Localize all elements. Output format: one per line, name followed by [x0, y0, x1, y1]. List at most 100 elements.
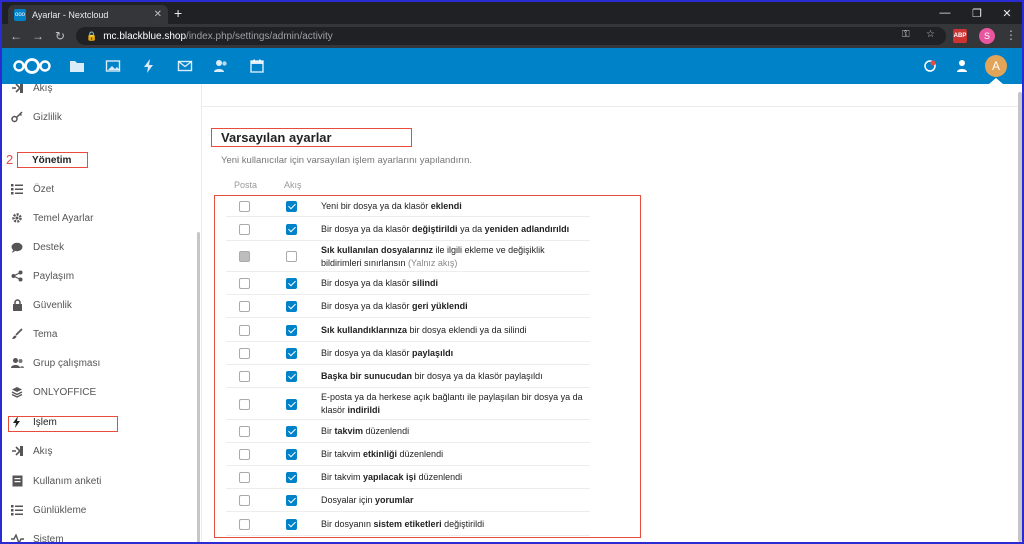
nextcloud-favicon-icon: ooo: [14, 8, 26, 21]
mail-checkbox[interactable]: [239, 449, 250, 460]
nextcloud-header: A: [2, 48, 1022, 84]
files-folder-icon[interactable]: [69, 58, 85, 74]
mail-checkbox[interactable]: [239, 301, 250, 312]
browser-tab-strip: ooo Ayarlar - Nextcloud ✕ + — ❐ ✕: [2, 2, 1022, 24]
activity-setting-label: Başka bir sunucudan bir dosya ya da klas…: [321, 371, 543, 381]
stream-checkbox[interactable]: [286, 251, 297, 262]
browser-tab[interactable]: ooo Ayarlar - Nextcloud ✕: [8, 5, 168, 24]
mail-checkbox[interactable]: [239, 426, 250, 437]
activity-setting-label: Sık kullanılan dosyalarınız ile ilgili e…: [321, 245, 545, 268]
activity-setting-label: Sık kullandıklarınıza bir dosya eklendi …: [321, 325, 527, 335]
section-divider: [202, 106, 1022, 107]
contacts-icon[interactable]: [213, 58, 229, 74]
activity-lightning-icon[interactable]: [141, 58, 157, 74]
activity-setting-row: Bir dosyanın sistem etiketleri değiştiri…: [226, 512, 590, 536]
activity-setting-row: Sık kullanılan dosyalarınız ile ilgili e…: [226, 241, 590, 272]
sidebar-item-label: Akış: [33, 84, 53, 94]
tab-close-icon[interactable]: ✕: [154, 9, 162, 20]
window-close-button[interactable]: ✕: [992, 2, 1022, 24]
sidebar-item-activity-personal[interactable]: Akış: [2, 84, 197, 99]
contacts-menu-icon[interactable]: [954, 58, 970, 74]
activity-setting-row: Dosyalar için yorumlar: [226, 489, 590, 512]
lock-icon: 🔒: [86, 30, 98, 41]
stream-checkbox[interactable]: [286, 301, 297, 312]
stream-checkbox[interactable]: [286, 224, 297, 235]
sidebar-item-label: Destek: [33, 241, 65, 253]
sidebar-item-groupware[interactable]: Grup çalışması: [2, 352, 197, 374]
sidebar-item-sharing[interactable]: Paylaşım: [2, 265, 197, 287]
sidebar-item-theming[interactable]: Tema: [2, 323, 197, 345]
activity-setting-row: E-posta ya da herkese açık bağlantı ile …: [226, 388, 590, 420]
activity-setting-label: Yeni bir dosya ya da klasör eklendi: [321, 201, 462, 211]
calendar-icon[interactable]: [249, 58, 265, 74]
sidebar-item-label: Kullanım anketi: [33, 475, 102, 487]
star-icon[interactable]: ☆: [926, 29, 935, 40]
sidebar-item-label: Özet: [33, 183, 55, 195]
mail-checkbox[interactable]: [239, 495, 250, 506]
adblock-extension-icon[interactable]: ABP: [953, 29, 967, 43]
sidebar-item-onlyoffice[interactable]: ONLYOFFICE: [2, 381, 197, 403]
notification-icon[interactable]: [922, 58, 938, 74]
activity-setting-row: Yeni bir dosya ya da klasör eklendi: [226, 196, 590, 217]
user-avatar[interactable]: A: [985, 55, 1007, 77]
activity-setting-label: Dosyalar için yorumlar: [321, 495, 414, 505]
stream-checkbox[interactable]: [286, 278, 297, 289]
sidebar-item-label: ONLYOFFICE: [33, 386, 97, 398]
activity-setting-row: Bir takvim düzenlendi: [226, 420, 590, 443]
stream-checkbox[interactable]: [286, 399, 297, 410]
sidebar-item-flow[interactable]: Akış: [2, 440, 197, 462]
sidebar-item-privacy[interactable]: Gizlilik: [2, 106, 197, 128]
menu-kebab-icon[interactable]: ⋮: [1005, 28, 1017, 42]
photos-icon[interactable]: [105, 58, 121, 74]
sidebar-item-label: Sistem: [33, 533, 64, 544]
url-host: mc.blackblue.shop: [103, 30, 187, 42]
profile-avatar[interactable]: S: [979, 28, 995, 44]
stream-checkbox[interactable]: [286, 472, 297, 483]
content-scrollbar[interactable]: [1018, 92, 1022, 542]
activity-setting-row: Sık kullandıklarınıza bir dosya eklendi …: [226, 318, 590, 342]
mail-icon[interactable]: [177, 58, 193, 74]
stream-checkbox[interactable]: [286, 325, 297, 336]
stream-checkbox[interactable]: [286, 348, 297, 359]
reload-icon[interactable]: ↻: [52, 28, 68, 44]
sidebar-item-system[interactable]: Sistem: [2, 528, 197, 544]
back-arrow-icon[interactable]: ←: [8, 28, 24, 44]
nextcloud-logo-icon[interactable]: [12, 57, 52, 75]
minimize-button[interactable]: —: [930, 2, 960, 24]
stream-checkbox[interactable]: [286, 371, 297, 382]
mail-checkbox[interactable]: [239, 399, 250, 410]
share-icon: [10, 269, 24, 283]
forward-arrow-icon[interactable]: →: [30, 28, 46, 44]
stream-checkbox[interactable]: [286, 449, 297, 460]
sidebar-item-support[interactable]: Destek: [2, 236, 197, 258]
key-icon[interactable]: ⚿: [902, 29, 910, 40]
activity-setting-label: Bir dosyanın sistem etiketleri değiştiri…: [321, 519, 485, 529]
sidebar-item-label: Akış: [33, 445, 53, 457]
stream-checkbox[interactable]: [286, 426, 297, 437]
sidebar-item-survey[interactable]: Kullanım anketi: [2, 470, 197, 492]
mail-checkbox[interactable]: [239, 348, 250, 359]
address-bar[interactable]: 🔒 mc.blackblue.shop/index.php/settings/a…: [76, 27, 946, 45]
mail-checkbox[interactable]: [239, 472, 250, 483]
stream-checkbox[interactable]: [286, 519, 297, 530]
mail-checkbox[interactable]: [239, 201, 250, 212]
activity-setting-label: Bir dosya ya da klasör paylaşıldı: [321, 348, 454, 358]
maximize-button[interactable]: ❐: [962, 2, 992, 24]
new-tab-button[interactable]: +: [174, 5, 182, 21]
activity-setting-label: Bir takvim etkinliği düzenlendi: [321, 449, 444, 459]
sidebar-item-overview[interactable]: Özet: [2, 178, 197, 200]
sidebar-item-security[interactable]: Güvenlik: [2, 294, 197, 316]
mail-checkbox[interactable]: [239, 371, 250, 382]
mail-checkbox[interactable]: [239, 519, 250, 530]
activity-setting-row: Bir takvim etkinliği düzenlendi: [226, 443, 590, 466]
activity-setting-row: Bir dosya ya da klasör paylaşıldı: [226, 342, 590, 365]
mail-checkbox[interactable]: [239, 278, 250, 289]
stream-checkbox[interactable]: [286, 201, 297, 212]
section-title: Varsayılan ayarlar: [221, 130, 332, 145]
mail-checkbox[interactable]: [239, 325, 250, 336]
mail-checkbox[interactable]: [239, 224, 250, 235]
sidebar-scrollbar[interactable]: [197, 232, 200, 542]
stream-checkbox[interactable]: [286, 495, 297, 506]
sidebar-item-logging[interactable]: Günlükleme: [2, 499, 197, 521]
sidebar-item-basic-settings[interactable]: Temel Ayarlar: [2, 207, 197, 229]
